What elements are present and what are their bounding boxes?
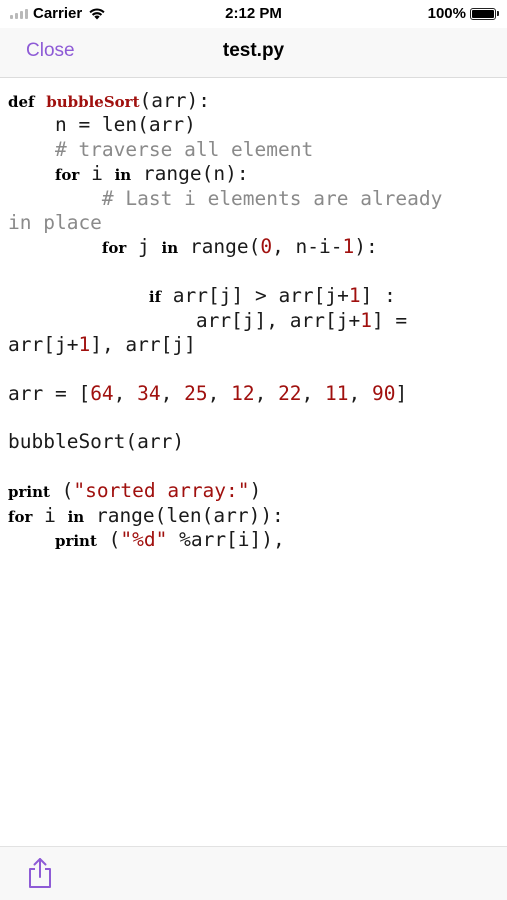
code-token: arr[j+ [8,332,79,356]
share-icon[interactable] [26,857,54,889]
code-token: j [126,235,162,259]
code-token: 0 [260,235,273,259]
code-line: for i in range(n): [8,162,500,186]
bottom-toolbar [0,846,507,900]
code-token: 64 [90,381,114,405]
code-token: , [348,381,372,405]
code-token: range(len(arr)): [84,503,284,527]
code-token: arr[j], arr[j+ [8,308,361,332]
code-token: , [207,381,232,405]
code-token: %arr[i]), [167,528,285,552]
code-line: arr[j], arr[j+1] = [8,309,500,333]
status-bar: Carrier 2:12 PM 100% [0,0,507,28]
code-token: range(n): [131,162,249,186]
code-token: n = len(arr) [8,113,196,137]
code-token: 90 [372,381,396,405]
code-token: 1 [342,235,355,259]
code-token: ): [354,235,378,259]
code-token: bubbleSort [46,93,140,111]
code-token: 1 [348,284,361,308]
code-token: arr = [ [8,381,91,405]
code-token: ( [49,479,74,503]
code-token: for [101,239,127,258]
code-token: in [161,239,179,258]
code-line: # traverse all element [8,138,500,162]
battery-percentage: 100% [427,5,466,22]
code-token: ], arr[j] [90,332,196,356]
code-token: ) [249,479,262,503]
code-token: if [148,288,162,307]
code-token: 11 [325,381,349,405]
navigation-bar: Close test.py [0,28,507,78]
code-token: , [301,381,326,405]
code-token: (arr): [139,89,210,112]
code-token: "%d" [120,528,168,552]
code-token: 22 [278,381,302,405]
code-line: print ("sorted array:") [8,479,500,503]
battery-fill [472,9,494,18]
code-token: print [54,532,97,551]
code-line: if arr[j] > arr[j+1] : [8,284,500,308]
code-line: arr = [64, 34, 25, 12, 22, 11, 90] [8,382,500,406]
code-token: 1 [360,308,372,332]
code-token: 12 [231,381,255,405]
code-token: in place [8,210,102,234]
file-title: test.py [222,40,285,61]
code-line: n = len(arr) [8,113,500,137]
code-token: 34 [137,381,161,405]
code-token: # traverse all element [8,137,314,161]
code-line: def bubbleSort(arr): [8,89,500,113]
code-token: ] : [360,284,396,308]
code-line: for j in range(0, n-i-1): [8,235,500,259]
code-editor[interactable]: def bubbleSort(arr): n = len(arr) # trav… [8,89,500,552]
code-token: # Last i elements are already [8,186,443,210]
code-token: 25 [184,381,208,405]
code-line: print ("%d" %arr[i]), [8,528,500,552]
code-token: print [8,483,50,502]
code-line: in place [8,211,500,235]
code-token: i [79,162,115,186]
code-token: in [114,166,132,185]
code-token: ] [395,381,408,405]
code-token: ] = [371,308,408,332]
code-line: for i in range(len(arr)): [8,504,500,528]
code-token: "sorted array:" [73,479,250,503]
code-token: i [32,503,68,527]
battery-cap [497,11,499,16]
code-line: # Last i elements are already [8,187,500,211]
code-token: , [160,381,185,405]
code-token: range( [178,235,261,259]
code-token: ( [96,528,121,552]
code-token: for [8,507,33,526]
battery-icon [470,7,496,20]
code-token: in [67,507,85,526]
code-token: for [54,166,80,185]
status-right: 100% [428,5,499,22]
code-token: , [113,381,138,405]
code-token: arr[j] > arr[j+ [161,284,349,308]
code-line: bubbleSort(arr) [8,430,500,454]
code-token: bubbleSort(arr) [8,430,185,454]
code-token: , n-i- [272,235,343,259]
code-token: 1 [78,332,91,356]
code-token: def [8,93,35,111]
code-line: arr[j+1], arr[j] [8,333,500,357]
code-token: , [254,381,279,405]
